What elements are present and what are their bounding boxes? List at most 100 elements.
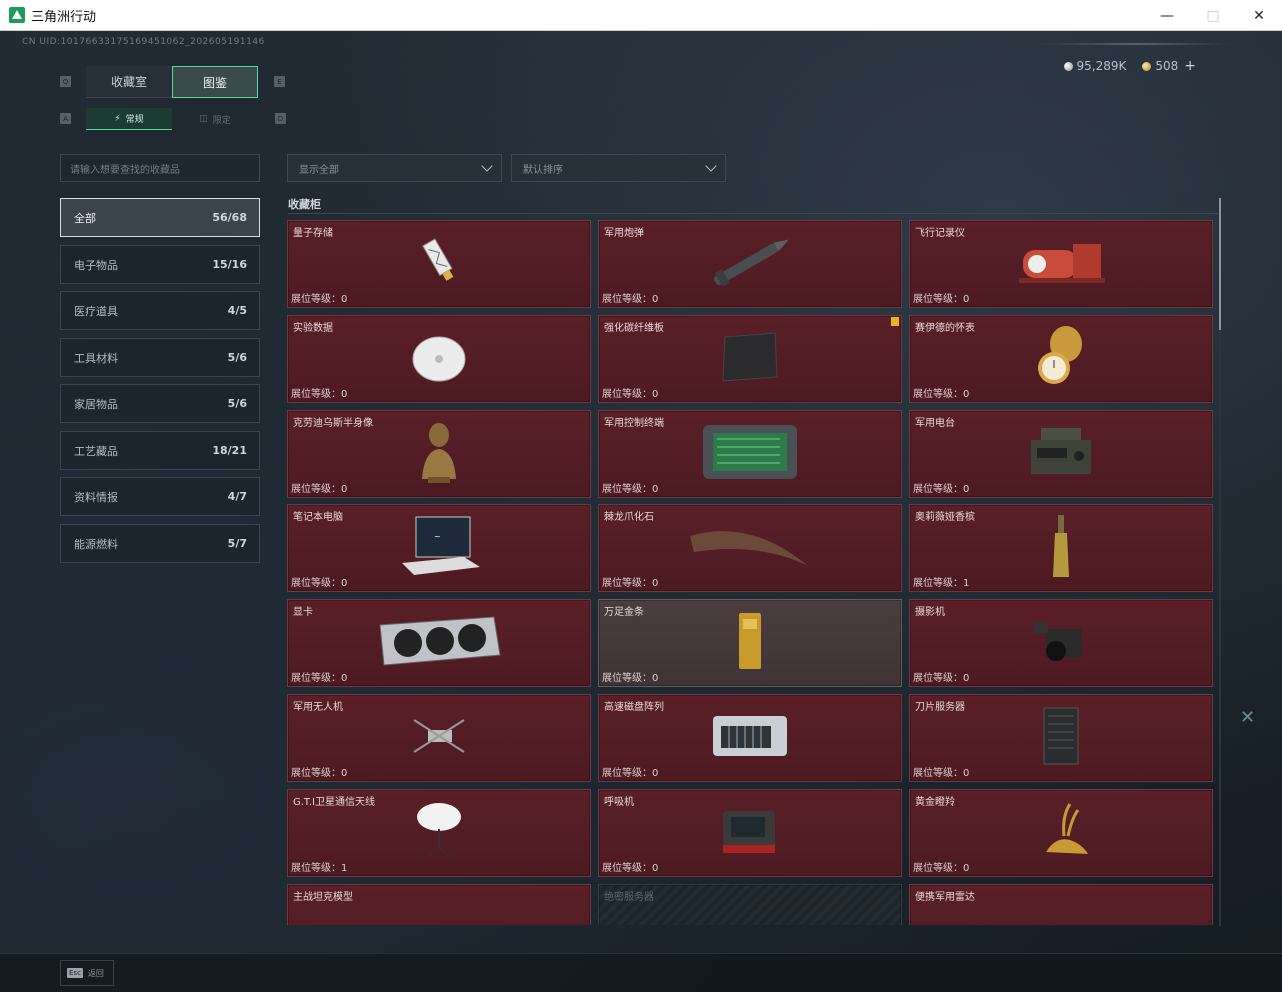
level-value: 1: [341, 863, 348, 874]
collection-card[interactable]: 绝密服务器: [598, 884, 902, 925]
category-item[interactable]: 资料情报 4/7: [60, 477, 260, 516]
blade-server-icon: [1036, 704, 1086, 772]
collection-card[interactable]: 军用炮弹 展位等级：0: [598, 220, 902, 308]
collection-card[interactable]: 克劳迪乌斯半身像 展位等级：0: [287, 410, 591, 498]
collection-card[interactable]: 万足金条 展位等级：0: [598, 599, 902, 687]
item-name: 实验数据: [293, 323, 333, 334]
tab-catalog[interactable]: 图鉴: [172, 66, 258, 98]
category-label: 家居物品: [74, 397, 118, 411]
category-item[interactable]: 电子物品 15/16: [60, 245, 260, 284]
key-hint-e: E: [274, 76, 285, 87]
sort-value: 默认排序: [523, 164, 563, 176]
item-level: 展位等级：0: [913, 290, 969, 305]
category-item[interactable]: 家居物品 5/6: [60, 384, 260, 423]
category-count: 4/5: [227, 304, 247, 317]
collection-card[interactable]: 实验数据 展位等级：0: [287, 315, 591, 403]
collection-card[interactable]: G.T.I卫星通信天线 展位等级：1: [287, 789, 591, 877]
item-level: 展位等级：0: [913, 669, 969, 684]
search-input[interactable]: 请输入想要查找的收藏品: [60, 154, 260, 182]
maximize-icon[interactable]: □: [1190, 0, 1236, 31]
regular-icon: ⚡: [114, 113, 121, 124]
collection-card[interactable]: 高速磁盘阵列 展位等级：0: [598, 694, 902, 782]
esc-key-hint: Esc: [67, 968, 83, 978]
svg-text:~: ~: [434, 532, 441, 541]
collection-card[interactable]: 棘龙爪化石 展位等级：0: [598, 504, 902, 592]
currency-silver: 95,289K: [1063, 59, 1126, 73]
level-prefix: 展位等级：: [602, 863, 652, 874]
minimize-icon[interactable]: —: [1144, 0, 1190, 31]
level-value: 0: [963, 673, 970, 684]
collection-card[interactable]: 军用无人机展位等级：0: [287, 694, 591, 782]
category-count: 5/6: [227, 351, 247, 364]
item-level: 展位等级：0: [291, 764, 347, 779]
level-prefix: 展位等级：: [291, 294, 341, 305]
collection-card[interactable]: 军用控制终端 展位等级：0: [598, 410, 902, 498]
category-count: 5/6: [227, 397, 247, 410]
window-title: 三角洲行动: [31, 9, 97, 25]
level-prefix: 展位等级：: [602, 389, 652, 400]
level-value: 0: [963, 294, 970, 305]
category-item[interactable]: 工艺藏品 18/21: [60, 431, 260, 470]
category-item[interactable]: 工具材料 5/6: [60, 338, 260, 377]
collection-card[interactable]: 飞行记录仪 展位等级：0: [909, 220, 1213, 308]
level-value: 0: [341, 389, 348, 400]
category-item[interactable]: 全部 56/68: [60, 198, 260, 237]
new-badge-icon: [891, 317, 899, 326]
sort-dropdown[interactable]: 默认排序: [511, 154, 726, 182]
category-count: 5/7: [227, 537, 247, 550]
pocket-watch-icon: [1026, 322, 1096, 396]
item-name: 呼吸机: [604, 797, 634, 808]
carbon-plate-icon: [715, 327, 785, 391]
back-label: 返回: [87, 968, 104, 978]
item-level: 展位等级：0: [913, 480, 969, 495]
item-name: 军用控制终端: [604, 418, 664, 429]
flight-recorder-icon: [1011, 232, 1111, 296]
item-level: 展位等级：0: [913, 859, 969, 874]
item-name: 军用无人机: [293, 702, 343, 713]
collection-card[interactable]: 笔记本电脑 ~ 展位等级：0: [287, 504, 591, 592]
level-value: 0: [963, 863, 970, 874]
collection-card[interactable]: 便携军用雷达: [909, 884, 1213, 925]
collection-card[interactable]: 显卡 展位等级：0: [287, 599, 591, 687]
laptop-icon: ~: [394, 511, 484, 585]
subtab-limited[interactable]: ◫ 限定: [172, 108, 258, 130]
collection-card[interactable]: 奥莉薇娅香槟 展位等级：1: [909, 504, 1213, 592]
collection-card[interactable]: 主战坦克模型: [287, 884, 591, 925]
back-button[interactable]: Esc 返回: [60, 960, 114, 986]
collection-card[interactable]: 强化碳纤维板 展位等级：0: [598, 315, 902, 403]
category-item[interactable]: 医疗道具 4/5: [60, 291, 260, 330]
usb-drive-icon: [409, 232, 469, 296]
grid-scrollbar-thumb[interactable]: [1219, 198, 1221, 330]
level-prefix: 展位等级：: [291, 673, 341, 684]
collection-card[interactable]: 刀片服务器 展位等级：0: [909, 694, 1213, 782]
display-filter-dropdown[interactable]: 显示全部: [287, 154, 502, 182]
add-currency-button[interactable]: +: [1184, 58, 1196, 74]
camera-icon: [1026, 611, 1096, 675]
display-filter-value: 显示全部: [299, 164, 339, 176]
close-icon[interactable]: ✕: [1236, 0, 1282, 31]
collection-card[interactable]: 赛伊德的怀表 展位等级：0: [909, 315, 1213, 403]
item-name: 主战坦克模型: [293, 892, 353, 903]
level-prefix: 展位等级：: [291, 578, 341, 589]
collection-card[interactable]: 军用电台 展位等级：0: [909, 410, 1213, 498]
drone-icon: [404, 706, 474, 770]
gold-amount: 508: [1155, 59, 1179, 73]
collection-card[interactable]: 量子存储 展位等级：0: [287, 220, 591, 308]
collection-card[interactable]: 摄影机展位等级：0: [909, 599, 1213, 687]
category-label: 电子物品: [74, 258, 118, 272]
subtab-regular[interactable]: ⚡ 常规: [86, 108, 172, 130]
champagne-icon: [1046, 511, 1076, 585]
level-prefix: 展位等级：: [913, 863, 963, 874]
collection-card[interactable]: 黄金瞪羚 展位等级：0: [909, 789, 1213, 877]
collection-card[interactable]: 呼吸机 展位等级：0: [598, 789, 902, 877]
item-level: 展位等级：0: [602, 385, 658, 400]
category-item[interactable]: 能源燃料 5/7: [60, 524, 260, 563]
section-title: 收藏柜: [288, 198, 321, 211]
category-count: 15/16: [212, 258, 247, 271]
item-level: 展位等级：0: [291, 480, 347, 495]
item-name: 摄影机: [915, 607, 945, 618]
tab-collection-room[interactable]: 收藏室: [86, 66, 172, 98]
item-name: 军用炮弹: [604, 228, 644, 239]
level-prefix: 展位等级：: [291, 863, 341, 874]
level-prefix: 展位等级：: [291, 768, 341, 779]
